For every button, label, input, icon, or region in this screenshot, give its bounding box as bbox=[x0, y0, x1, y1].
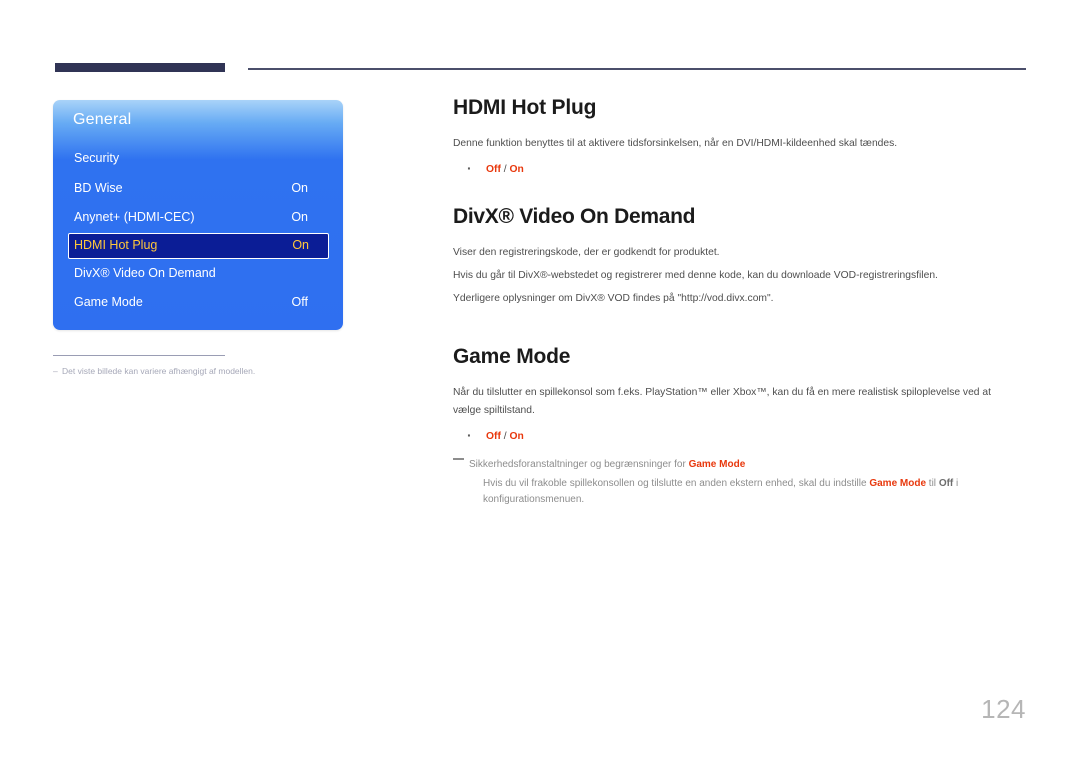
caution-body-term-game-mode: Game Mode bbox=[869, 478, 927, 489]
footnote-text: Det viste billede kan variere afhængigt … bbox=[62, 366, 256, 376]
osd-row-anynet-hdmi-cec[interactable]: Anynet+ (HDMI-CEC) On bbox=[53, 203, 343, 233]
option-list-hdmi-hot-plug: Off / On bbox=[453, 160, 1026, 178]
caution-body-part-2: til bbox=[926, 478, 939, 489]
section-paragraph: Når du tilslutter en spillekonsol som f.… bbox=[453, 387, 991, 416]
illustration-footnote: – Det viste billede kan variere afhængigt… bbox=[53, 365, 383, 378]
option-on: On bbox=[509, 164, 524, 175]
osd-row-game-mode[interactable]: Game Mode Off bbox=[53, 288, 343, 318]
caution-heading: Sikkerhedsforanstaltninger og begrænsnin… bbox=[469, 457, 1026, 472]
option-list-game-mode: Off / On bbox=[453, 427, 1026, 445]
osd-menu-rows: Security BD Wise On Anynet+ (HDMI-CEC) O… bbox=[53, 144, 343, 318]
option-off: Off bbox=[486, 431, 501, 442]
left-illustration-column: General Security BD Wise On Anynet+ (HDM… bbox=[0, 0, 430, 763]
caution-heading-prefix: Sikkerhedsforanstaltninger og begrænsnin… bbox=[469, 459, 689, 470]
osd-row-label: Anynet+ (HDMI-CEC) bbox=[74, 210, 195, 224]
osd-menu-panel: General Security BD Wise On Anynet+ (HDM… bbox=[53, 100, 343, 330]
caution-heading-term: Game Mode bbox=[688, 459, 746, 470]
caution-note: Sikkerhedsforanstaltninger og begrænsnin… bbox=[453, 457, 1026, 508]
osd-row-value: On bbox=[291, 210, 308, 224]
caution-dash-icon bbox=[453, 458, 464, 460]
osd-row-label: Security bbox=[74, 151, 120, 165]
section-heading-divx-video-on-demand: DivX® Video On Demand bbox=[453, 205, 696, 228]
manual-content-column: HDMI Hot Plug Denne funktion benyttes ti… bbox=[453, 96, 1026, 508]
osd-row-value: On bbox=[292, 237, 309, 252]
osd-row-hdmi-hot-plug[interactable]: HDMI Hot Plug On bbox=[68, 232, 329, 259]
footnote-dash: – bbox=[53, 366, 58, 376]
osd-row-label: Game Mode bbox=[74, 295, 143, 309]
osd-row-label: DivX® Video On Demand bbox=[74, 265, 216, 280]
osd-row-bd-wise[interactable]: BD Wise On bbox=[53, 174, 343, 204]
caution-body-term-off: Off bbox=[938, 478, 954, 489]
section-paragraph: Yderligere oplysninger om DivX® VOD find… bbox=[453, 293, 774, 304]
section-heading-hdmi-hot-plug: HDMI Hot Plug bbox=[453, 96, 597, 119]
option-list-item: Off / On bbox=[453, 160, 1026, 178]
option-off: Off bbox=[486, 164, 501, 175]
osd-row-value: Off bbox=[291, 295, 308, 309]
caution-body: Hvis du vil frakoble spillekonsollen og … bbox=[483, 476, 1013, 508]
section-heading-game-mode: Game Mode bbox=[453, 345, 571, 368]
page-number: 124 bbox=[981, 694, 1026, 724]
section-paragraph: Hvis du går til DivX®-webstedet og regis… bbox=[453, 270, 938, 281]
option-list-item: Off / On bbox=[453, 427, 1026, 445]
osd-row-security[interactable]: Security bbox=[53, 144, 343, 174]
section-paragraph: Denne funktion benyttes til at aktivere … bbox=[453, 138, 898, 149]
osd-menu-title: General bbox=[73, 111, 132, 128]
option-on: On bbox=[509, 431, 524, 442]
section-paragraph: Viser den registreringskode, der er godk… bbox=[453, 247, 720, 258]
footnote-divider bbox=[53, 355, 225, 356]
osd-row-value: On bbox=[291, 180, 308, 195]
osd-row-divx-video-on-demand[interactable]: DivX® Video On Demand bbox=[53, 259, 343, 289]
osd-row-label: HDMI Hot Plug bbox=[74, 237, 158, 252]
osd-row-label: BD Wise bbox=[74, 180, 123, 195]
caution-body-part-1: Hvis du vil frakoble spillekonsollen og … bbox=[483, 478, 870, 489]
